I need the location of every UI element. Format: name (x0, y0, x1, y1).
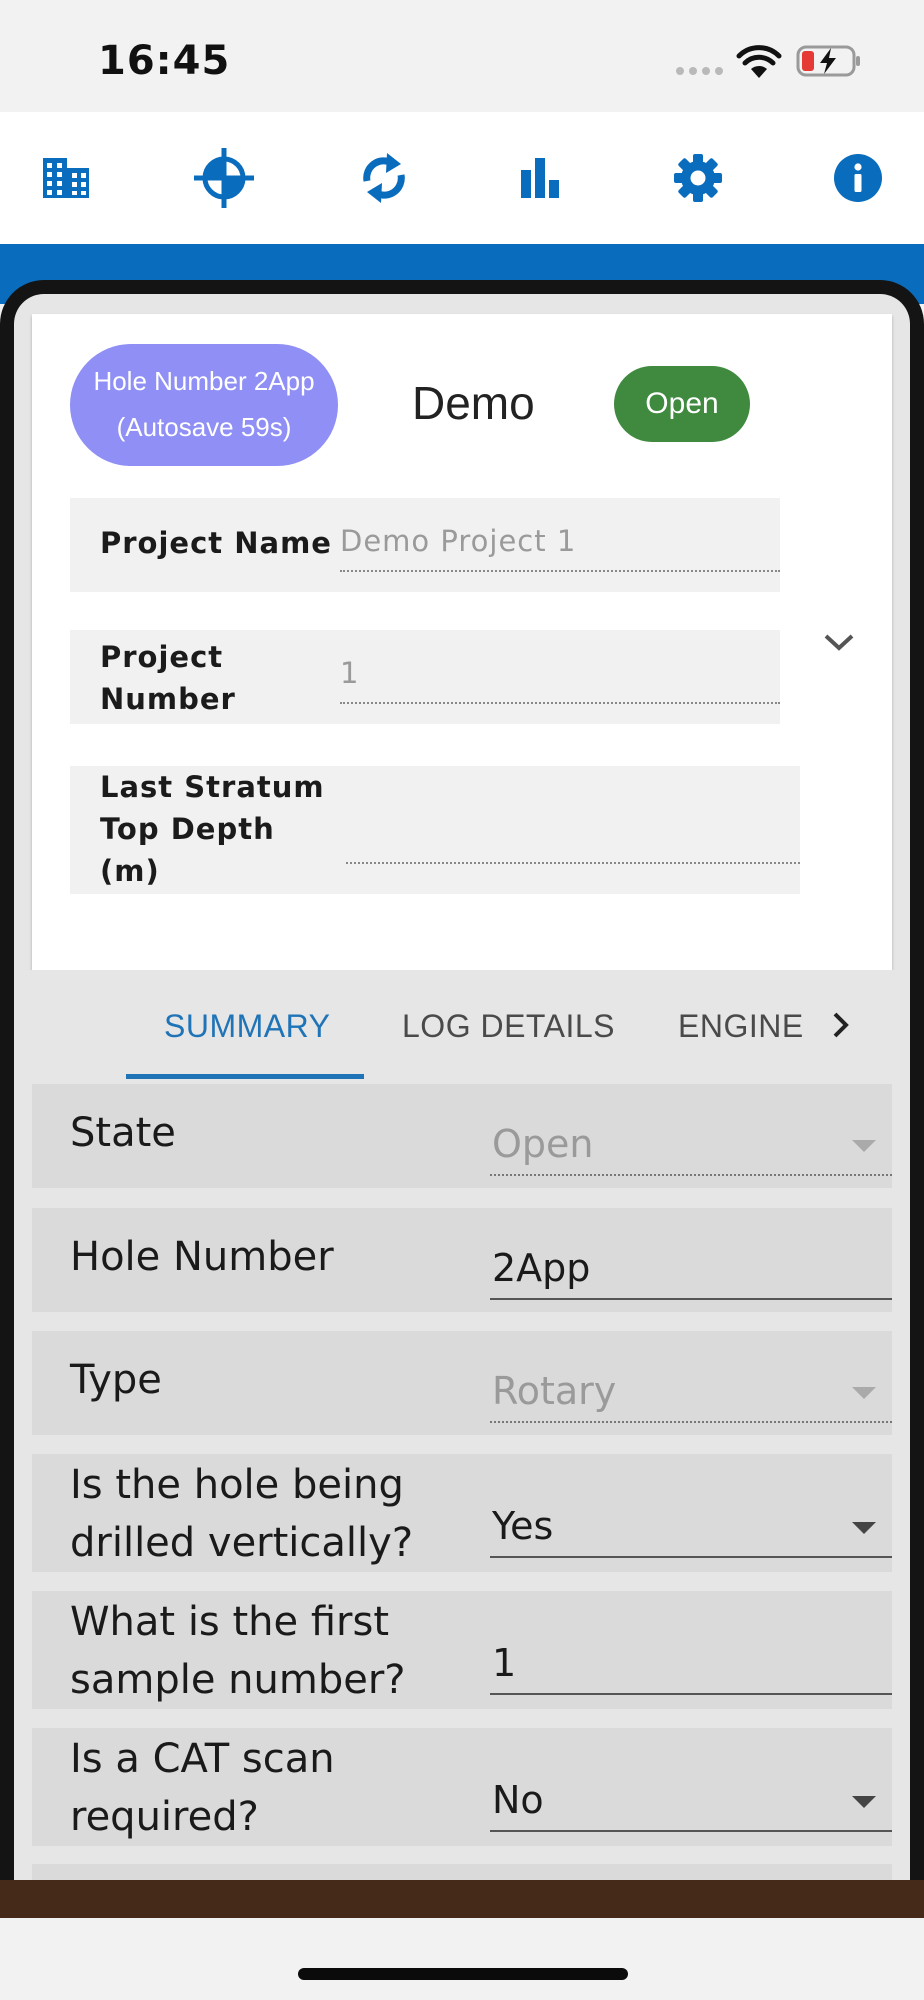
tab-summary[interactable]: SUMMARY (164, 1008, 330, 1045)
hole-number-badge-line1: Hole Number 2App (93, 366, 315, 396)
location-button[interactable] (190, 144, 258, 212)
chevron-down-icon[interactable] (822, 632, 856, 654)
project-title: Demo (412, 377, 535, 429)
sites-button[interactable] (32, 144, 100, 212)
dropdown-caret-icon (852, 1796, 876, 1808)
hole-number-input[interactable]: 2App (490, 1238, 892, 1300)
state-row: State Open (32, 1084, 892, 1188)
state-select[interactable]: Open (490, 1114, 892, 1176)
bottom-bar (0, 1880, 924, 1918)
hole-number-row: Hole Number 2App (32, 1208, 892, 1312)
hole-header-card: Hole Number 2App (Autosave 59s) Demo Ope… (32, 314, 892, 970)
sync-icon (363, 153, 405, 203)
chevron-right-icon[interactable] (830, 1010, 852, 1040)
project-number-label: Project Number (100, 640, 236, 716)
reports-button[interactable] (506, 144, 574, 212)
type-row: Type Rotary (32, 1331, 892, 1435)
type-select[interactable]: Rotary (490, 1361, 892, 1423)
first-sample-number-label: What is the first sample number? (70, 1599, 406, 1703)
battery-charging-icon (796, 45, 860, 77)
hole-number-badge-line2: (Autosave 59s) (116, 412, 292, 442)
project-name-field[interactable]: Demo Project 1 (340, 524, 780, 572)
cat-scan-label: Is a CAT scan required? (70, 1736, 335, 1840)
wifi-icon (736, 45, 782, 78)
drilled-vertically-label: Is the hole being drilled vertically? (70, 1462, 414, 1566)
state-label: State (70, 1110, 176, 1156)
cellular-signal-icon (676, 67, 723, 75)
status-bar: 16:45 (0, 0, 924, 112)
cat-scan-select[interactable]: No (490, 1770, 892, 1832)
info-button[interactable] (824, 144, 892, 212)
top-toolbar (0, 112, 924, 244)
home-indicator-area (0, 1918, 924, 2000)
status-time: 16:45 (98, 38, 231, 84)
sync-button[interactable] (350, 144, 418, 212)
last-stratum-field[interactable] (346, 814, 800, 864)
project-name-row: Project Name Demo Project 1 (70, 498, 780, 592)
settings-button[interactable] (664, 144, 732, 212)
info-icon (834, 154, 882, 202)
first-sample-number-row: What is the first sample number? 1 (32, 1591, 892, 1709)
type-label: Type (70, 1357, 162, 1403)
project-name-label: Project Name (100, 526, 332, 560)
gear-icon (674, 154, 722, 202)
tab-bar: SUMMARY LOG DETAILS ENGINE (14, 970, 910, 1080)
hole-number-badge[interactable]: Hole Number 2App (Autosave 59s) (70, 344, 338, 466)
next-form-row (32, 1864, 892, 1880)
tab-log-details[interactable]: LOG DETAILS (402, 1008, 615, 1045)
bar-chart-icon (521, 158, 559, 198)
cat-scan-row: Is a CAT scan required? No (32, 1728, 892, 1846)
dropdown-caret-icon (852, 1387, 876, 1399)
main-screen: Hole Number 2App (Autosave 59s) Demo Ope… (14, 294, 910, 1880)
tab-engine[interactable]: ENGINE (678, 1008, 804, 1045)
hole-number-label: Hole Number (70, 1234, 334, 1280)
dropdown-caret-icon (852, 1140, 876, 1152)
drilled-vertically-select[interactable]: Yes (490, 1496, 892, 1558)
first-sample-number-input[interactable]: 1 (490, 1633, 892, 1695)
project-number-row: Project Number 1 (70, 630, 780, 724)
drilled-vertically-row: Is the hole being drilled vertically? Ye… (32, 1454, 892, 1572)
last-stratum-row: Last Stratum Top Depth (m) (70, 766, 800, 894)
last-stratum-label: Last Stratum Top Depth (m) (100, 770, 325, 888)
project-number-field[interactable]: 1 (340, 656, 780, 704)
status-badge[interactable]: Open (614, 366, 750, 442)
active-tab-indicator (126, 1074, 364, 1079)
crosshair-icon (194, 148, 254, 208)
dropdown-caret-icon (852, 1522, 876, 1534)
home-indicator[interactable] (298, 1968, 628, 1980)
building-icon (43, 158, 89, 198)
